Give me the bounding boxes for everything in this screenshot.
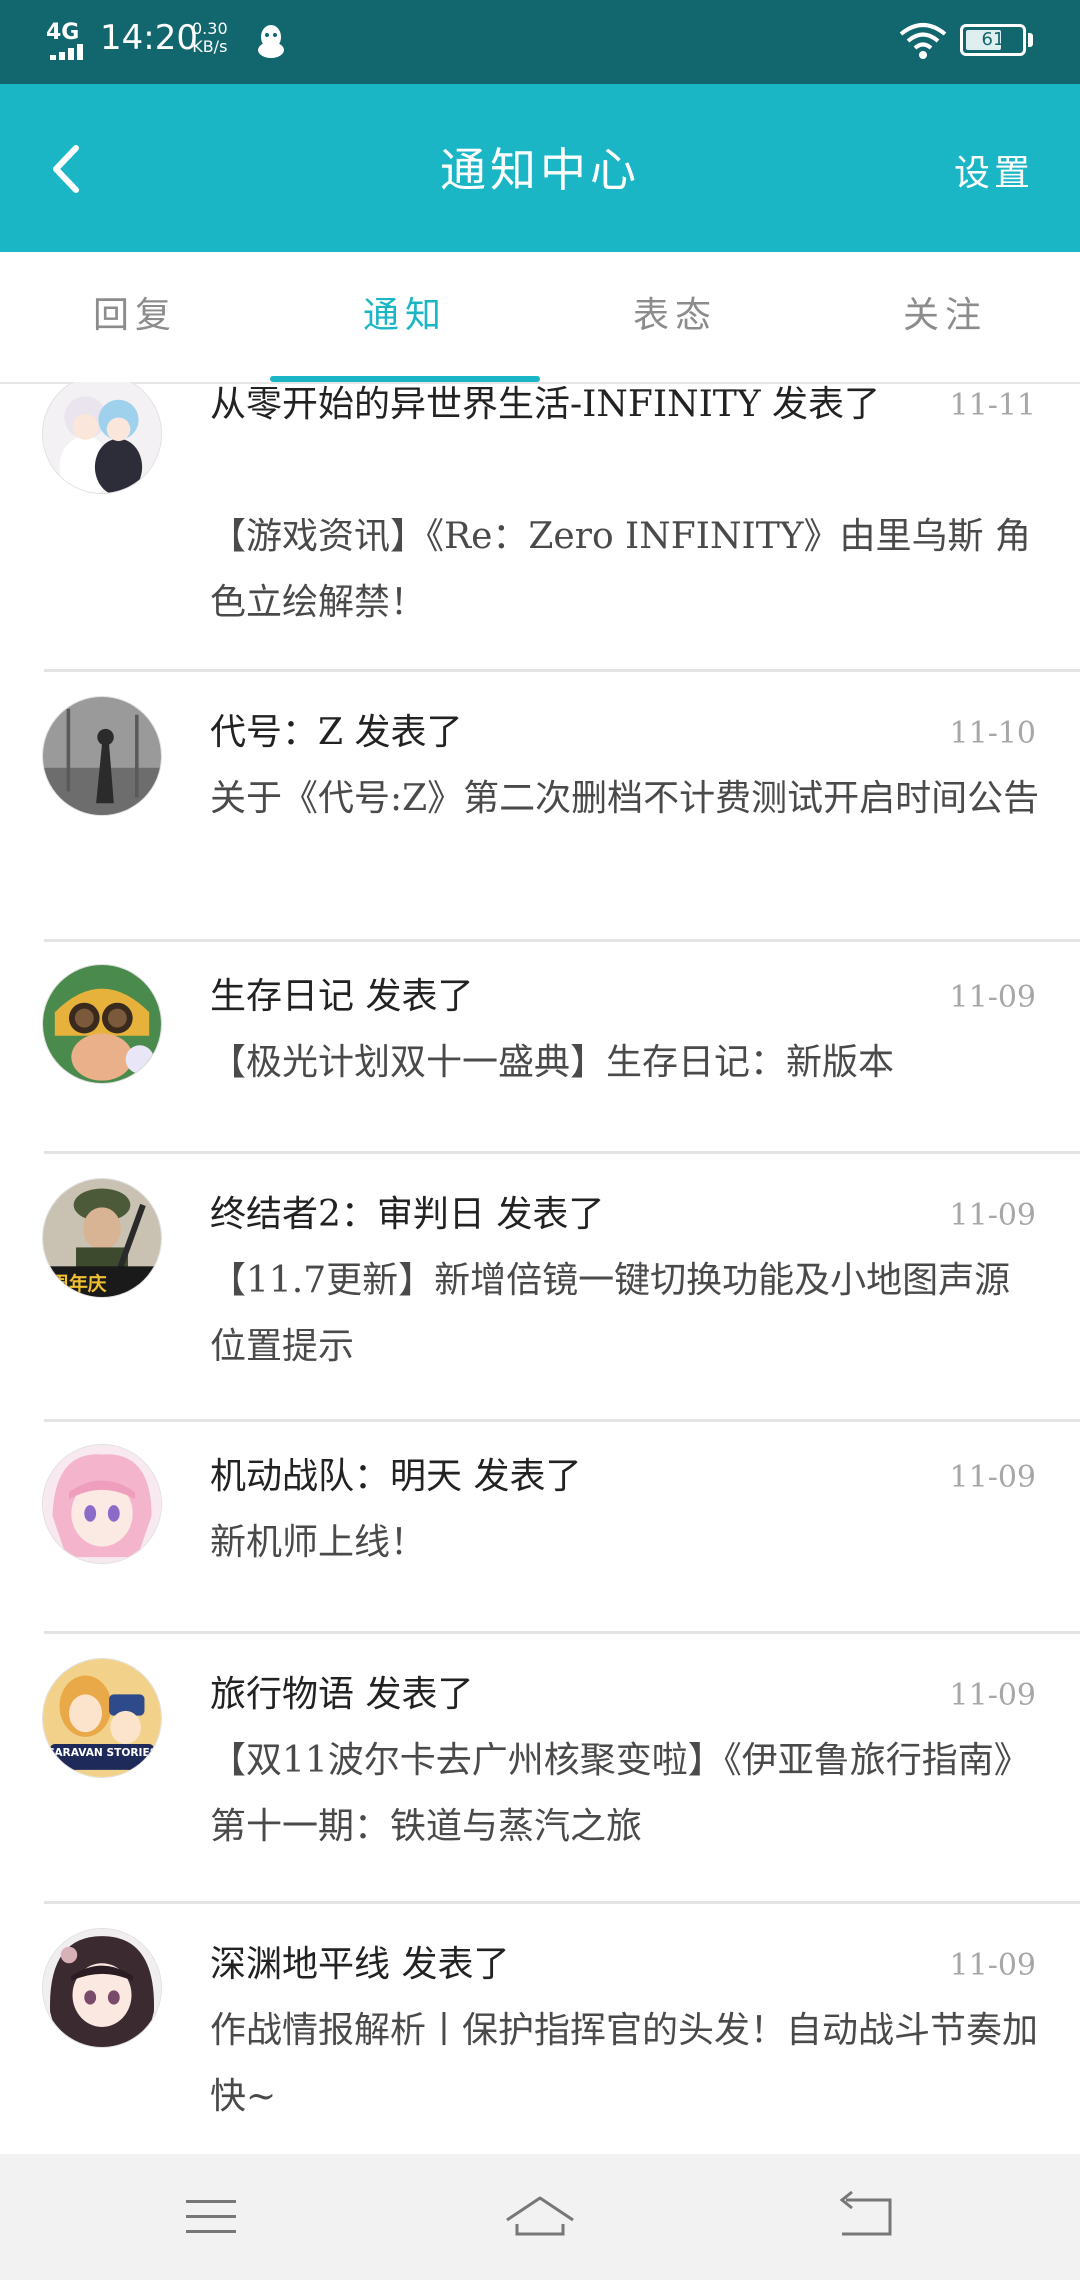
list-item[interactable]: 周年庆 终结者2：审判日 发表了 11-09 【11.7更新】新增倍镜一键切换功…	[0, 1154, 1080, 1422]
notification-title: 从零开始的异世界生活-INFINITY 发表了	[210, 384, 881, 425]
notification-body: 【双11波尔卡去广州核聚变啦】《伊亚鲁旅行指南》第十一期：铁道与蒸汽之旅	[210, 1740, 1030, 1847]
silhouette-avatar	[42, 696, 162, 816]
notification-body: 【11.7更新】新增倍镜一键切换功能及小地图声源位置提示	[210, 1260, 1011, 1367]
system-nav-bar	[0, 2154, 1080, 2280]
notification-body: 关于《代号:Z》第二次删档不计费测试开启时间公告	[210, 778, 1040, 819]
anime-maids-avatar	[42, 382, 162, 494]
tab-bar: 回复 通知 表态 关注	[0, 252, 1080, 384]
notification-title: 旅行物语 发表了	[210, 1674, 474, 1715]
notification-list: 从零开始的异世界生活-INFINITY 发表了 11-11 【游戏资讯】《Re：…	[0, 382, 1080, 2154]
goggles-character-avatar	[42, 964, 162, 1084]
notification-body: 【游戏资讯】《Re：Zero INFINITY》由里乌斯 角色立绘解禁！	[210, 516, 1031, 623]
caravan-stories-avatar: CARAVAN STORIES	[42, 1658, 162, 1778]
notification-title: 机动战队：明天 发表了	[210, 1456, 582, 1497]
notification-date: 11-09	[949, 1948, 1036, 1983]
notification-date: 11-09	[949, 980, 1036, 1015]
back-icon[interactable]	[824, 2184, 914, 2250]
list-item[interactable]: 机动战队：明天 发表了 11-09 新机师上线！	[0, 1422, 1080, 1634]
avatar-badge-text: 周年庆	[50, 1272, 107, 1295]
avatar-badge-text: CARAVAN STORIES	[47, 1746, 158, 1759]
notification-date: 11-11	[949, 388, 1036, 423]
signal-icon	[50, 44, 90, 60]
wifi-icon	[899, 23, 947, 59]
tab-follows[interactable]: 关注	[810, 252, 1080, 380]
page-title: 通知中心	[440, 143, 640, 197]
screen: 4G 14:20 0.30 KB/s 61 通知中心 设置 回复 通知 表态 关…	[0, 0, 1080, 2280]
menu-icon[interactable]	[166, 2184, 256, 2250]
tab-replies[interactable]: 回复	[0, 252, 270, 380]
app-header: 通知中心 设置	[0, 84, 1080, 252]
tab-notifications[interactable]: 通知	[270, 252, 540, 380]
notification-title: 深渊地平线 发表了	[210, 1944, 510, 1985]
notification-title: 代号：Z 发表了	[210, 712, 463, 753]
status-bar: 4G 14:20 0.30 KB/s 61	[0, 0, 1080, 84]
notification-title: 终结者2：审判日 发表了	[210, 1194, 605, 1235]
clock: 14:20	[100, 18, 198, 58]
network-type: 4G	[46, 20, 80, 45]
list-item[interactable]: 代号：Z 发表了 11-10 关于《代号:Z》第二次删档不计费测试开启时间公告	[0, 672, 1080, 942]
notification-body: 新机师上线！	[210, 1522, 427, 1563]
battery-icon: 61	[960, 24, 1026, 56]
tab-reactions[interactable]: 表态	[540, 252, 810, 380]
network-speed: 0.30 KB/s	[192, 19, 228, 56]
notification-title: 生存日记 发表了	[210, 976, 474, 1017]
notification-date: 11-10	[949, 716, 1036, 751]
notification-body: 作战情报解析丨保护指挥官的头发！自动战斗节奏加快~	[210, 2010, 1039, 2117]
list-item[interactable]: CARAVAN STORIES 旅行物语 发表了 11-09 【双11波尔卡去广…	[0, 1634, 1080, 1904]
notification-date: 11-09	[949, 1198, 1036, 1233]
list-item[interactable]: 深渊地平线 发表了 11-09 作战情报解析丨保护指挥官的头发！自动战斗节奏加快…	[0, 1904, 1080, 2154]
notification-body: 【极光计划双十一盛典】生存日记：新版本	[210, 1042, 895, 1083]
settings-button[interactable]: 设置	[954, 144, 1034, 196]
soldier-avatar: 周年庆	[42, 1178, 162, 1298]
battery-level: 61	[981, 29, 1005, 50]
pink-hair-girl-avatar	[42, 1444, 162, 1564]
qq-icon	[258, 25, 284, 58]
notification-date: 11-09	[949, 1678, 1036, 1713]
dark-hair-girl-avatar	[42, 1928, 162, 2048]
notification-date: 11-09	[949, 1460, 1036, 1495]
list-item[interactable]: 生存日记 发表了 11-09 【极光计划双十一盛典】生存日记：新版本	[0, 942, 1080, 1154]
home-icon[interactable]	[495, 2184, 585, 2250]
list-item[interactable]: 从零开始的异世界生活-INFINITY 发表了 11-11 【游戏资讯】《Re：…	[0, 382, 1080, 672]
